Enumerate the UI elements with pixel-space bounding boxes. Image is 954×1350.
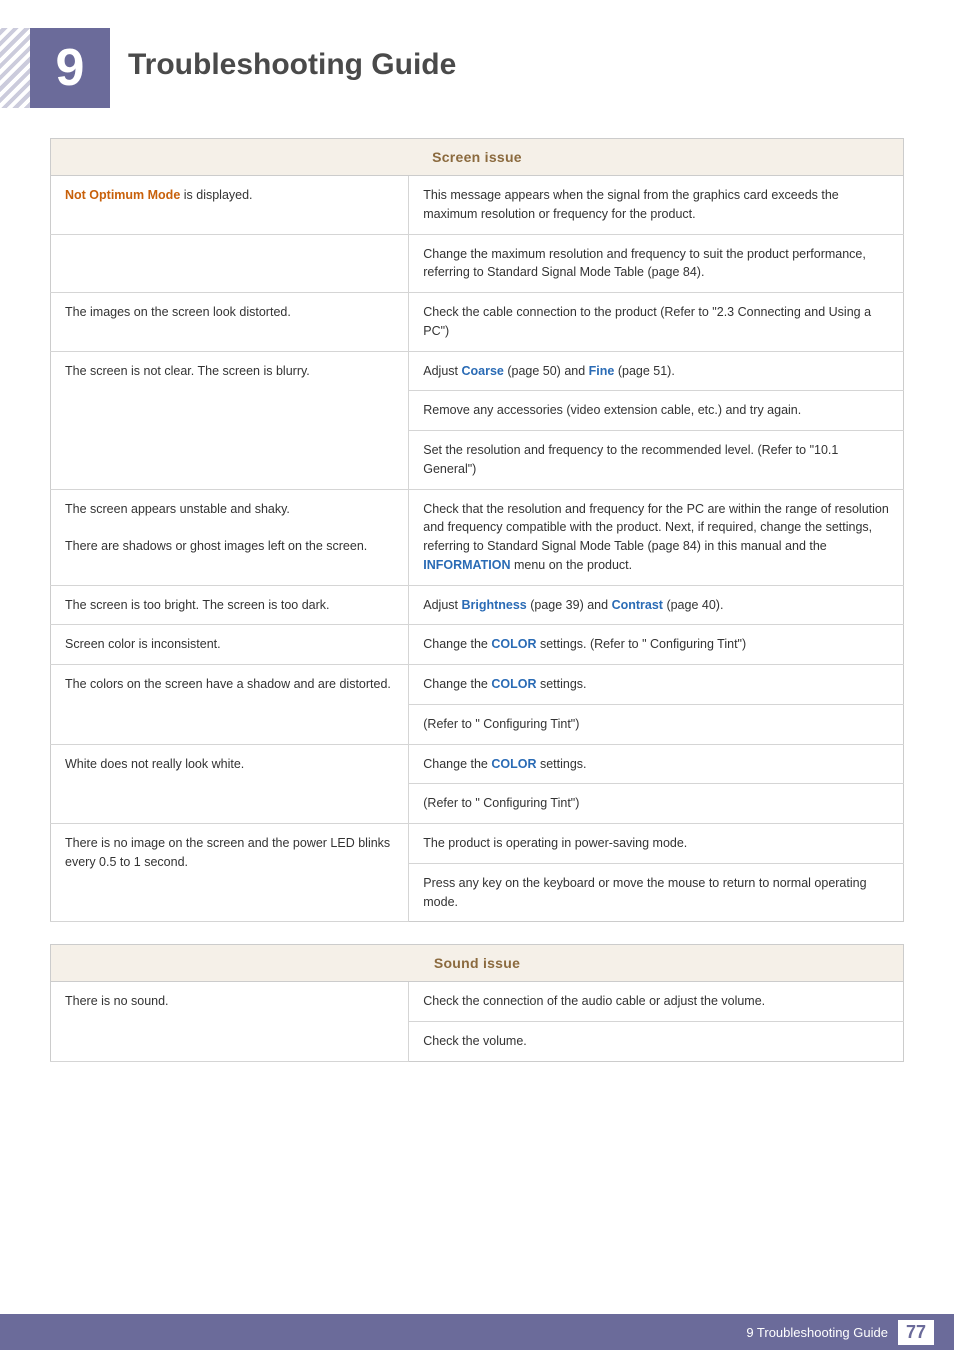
main-content: Screen issue Not Optimum Mode is display…	[0, 128, 954, 1114]
solution-cell: Change the COLOR settings.	[409, 665, 904, 705]
table-row: The screen is not clear. The screen is b…	[51, 351, 904, 391]
table-row: The screen is too bright. The screen is …	[51, 585, 904, 625]
chapter-number: 9	[56, 42, 85, 94]
solution-cell: Change the COLOR settings.	[409, 744, 904, 784]
highlight-color: COLOR	[491, 757, 536, 771]
problem-cell: The screen appears unstable and shaky. T…	[51, 489, 409, 585]
problem-cell: Not Optimum Mode is displayed.	[51, 176, 409, 235]
problem-cell: The images on the screen look distorted.	[51, 293, 409, 352]
problem-cell: There is no sound.	[51, 982, 409, 1062]
chapter-number-block: 9	[30, 28, 110, 108]
table-row: There is no sound. Check the connection …	[51, 982, 904, 1022]
solution-cell: (Refer to " Configuring Tint")	[409, 784, 904, 824]
problem-cell: There is no image on the screen and the …	[51, 824, 409, 922]
solution-cell: Change the COLOR settings. (Refer to " C…	[409, 625, 904, 665]
solution-cell: Change the maximum resolution and freque…	[409, 234, 904, 293]
solution-cell: Press any key on the keyboard or move th…	[409, 863, 904, 922]
solution-cell: Check the cable connection to the produc…	[409, 293, 904, 352]
table-row: Screen color is inconsistent. Change the…	[51, 625, 904, 665]
highlight-color: COLOR	[491, 677, 536, 691]
table-row: There is no image on the screen and the …	[51, 824, 904, 864]
table-row: Change the maximum resolution and freque…	[51, 234, 904, 293]
problem-cell	[51, 234, 409, 293]
solution-cell: Check that the resolution and frequency …	[409, 489, 904, 585]
table-row: The images on the screen look distorted.…	[51, 293, 904, 352]
screen-issue-table: Screen issue Not Optimum Mode is display…	[50, 138, 904, 922]
table-row: White does not really look white. Change…	[51, 744, 904, 784]
solution-cell: Check the volume.	[409, 1022, 904, 1062]
highlight-information: INFORMATION	[423, 558, 510, 572]
solution-cell: Adjust Brightness (page 39) and Contrast…	[409, 585, 904, 625]
table-row: The colors on the screen have a shadow a…	[51, 665, 904, 705]
highlight-text: Not Optimum Mode	[65, 188, 180, 202]
solution-cell: Set the resolution and frequency to the …	[409, 431, 904, 490]
sound-issue-table: Sound issue There is no sound. Check the…	[50, 944, 904, 1062]
solution-cell: This message appears when the signal fro…	[409, 176, 904, 235]
page-header: 9 Troubleshooting Guide	[0, 0, 954, 128]
footer-text: 9 Troubleshooting Guide	[746, 1325, 888, 1340]
problem-cell: The screen is not clear. The screen is b…	[51, 351, 409, 489]
highlight-contrast: Contrast	[612, 598, 663, 612]
solution-cell: The product is operating in power-saving…	[409, 824, 904, 864]
page-footer: 9 Troubleshooting Guide 77	[0, 1314, 954, 1350]
solution-cell: Adjust Coarse (page 50) and Fine (page 5…	[409, 351, 904, 391]
highlight-brightness: Brightness	[461, 598, 526, 612]
problem-cell: White does not really look white.	[51, 744, 409, 824]
solution-cell: Check the connection of the audio cable …	[409, 982, 904, 1022]
screen-issue-header: Screen issue	[51, 139, 904, 176]
page-number: 77	[898, 1320, 934, 1345]
solution-cell: (Refer to " Configuring Tint")	[409, 704, 904, 744]
solution-cell: Remove any accessories (video extension …	[409, 391, 904, 431]
highlight-color: COLOR	[491, 637, 536, 651]
chapter-title: Troubleshooting Guide	[128, 48, 456, 82]
highlight-fine: Fine	[589, 364, 615, 378]
problem-cell: The screen is too bright. The screen is …	[51, 585, 409, 625]
table-row: The screen appears unstable and shaky. T…	[51, 489, 904, 585]
problem-cell: The colors on the screen have a shadow a…	[51, 665, 409, 745]
highlight-coarse: Coarse	[461, 364, 503, 378]
table-row: Not Optimum Mode is displayed. This mess…	[51, 176, 904, 235]
sound-issue-header: Sound issue	[51, 945, 904, 982]
problem-cell: Screen color is inconsistent.	[51, 625, 409, 665]
